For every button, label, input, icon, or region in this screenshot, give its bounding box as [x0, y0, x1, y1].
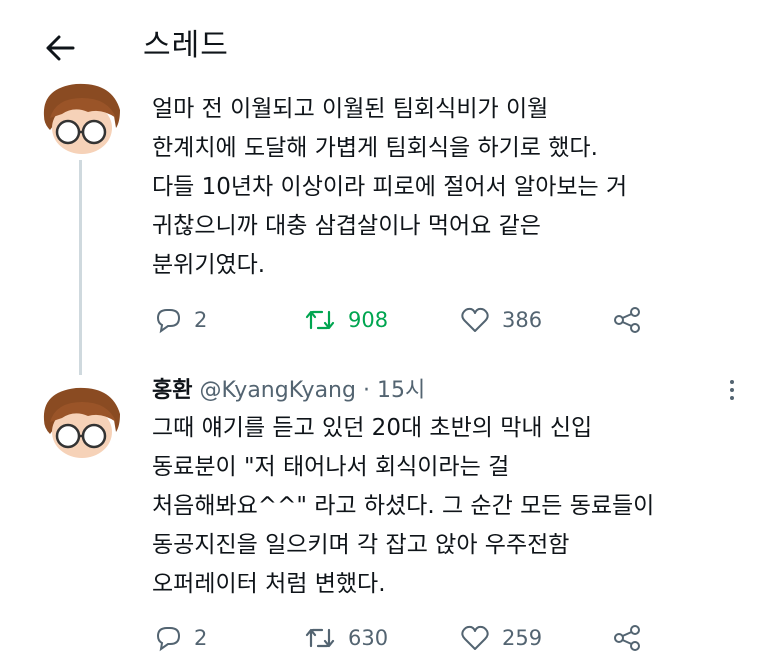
reply-icon — [156, 309, 181, 334]
page-title: 스레드 — [143, 28, 229, 63]
more-dots-icon — [730, 380, 734, 400]
tweet-actions: 2 908 386 — [152, 302, 672, 338]
back-button[interactable] — [38, 26, 82, 70]
tweet-time[interactable]: 15시 — [377, 378, 425, 403]
retweet-count: 630 — [348, 626, 389, 650]
author-handle[interactable]: @KyangKyang — [199, 378, 355, 403]
like-count: 386 — [502, 308, 543, 332]
retweet-button[interactable]: 630 — [304, 620, 388, 656]
reply-count: 2 — [194, 308, 208, 332]
reply-icon — [156, 627, 181, 652]
avatar[interactable] — [36, 382, 126, 462]
share-icon — [614, 625, 640, 651]
reply-button[interactable]: 2 — [154, 302, 207, 338]
tweet-header: 홍환 @KyangKyang · 15시 — [152, 375, 425, 407]
arrow-left-icon — [46, 35, 75, 61]
share-button[interactable] — [612, 302, 642, 338]
retweet-icon — [305, 310, 335, 330]
heart-icon — [461, 625, 489, 650]
share-icon — [614, 307, 640, 333]
avatar[interactable] — [36, 78, 126, 158]
tweet-text: 얼마 전 이월되고 이월된 팀회식비가 이월 한계치에 도달해 가볍게 팀회식을… — [152, 96, 628, 278]
tweet-text: 그때 얘기를 듣고 있던 20대 초반의 막내 신입 동료분이 "저 태어나서 … — [152, 415, 655, 597]
cartoon-avatar-icon — [43, 83, 121, 154]
like-button[interactable]: 259 — [460, 620, 542, 656]
author-name[interactable]: 홍환 — [152, 378, 192, 403]
retweet-icon — [305, 628, 335, 648]
like-button[interactable]: 386 — [460, 302, 542, 338]
cartoon-avatar-icon — [43, 387, 121, 458]
thread-connector-line — [79, 160, 82, 375]
tweet-actions: 2 630 259 — [152, 620, 672, 656]
heart-icon — [461, 307, 489, 332]
share-button[interactable] — [612, 620, 642, 656]
more-options-button[interactable] — [722, 372, 742, 408]
meta-separator: · — [362, 378, 370, 403]
like-count: 259 — [502, 626, 543, 650]
retweet-count: 908 — [348, 308, 389, 332]
reply-count: 2 — [194, 626, 208, 650]
retweet-button[interactable]: 908 — [304, 302, 388, 338]
reply-button[interactable]: 2 — [154, 620, 207, 656]
